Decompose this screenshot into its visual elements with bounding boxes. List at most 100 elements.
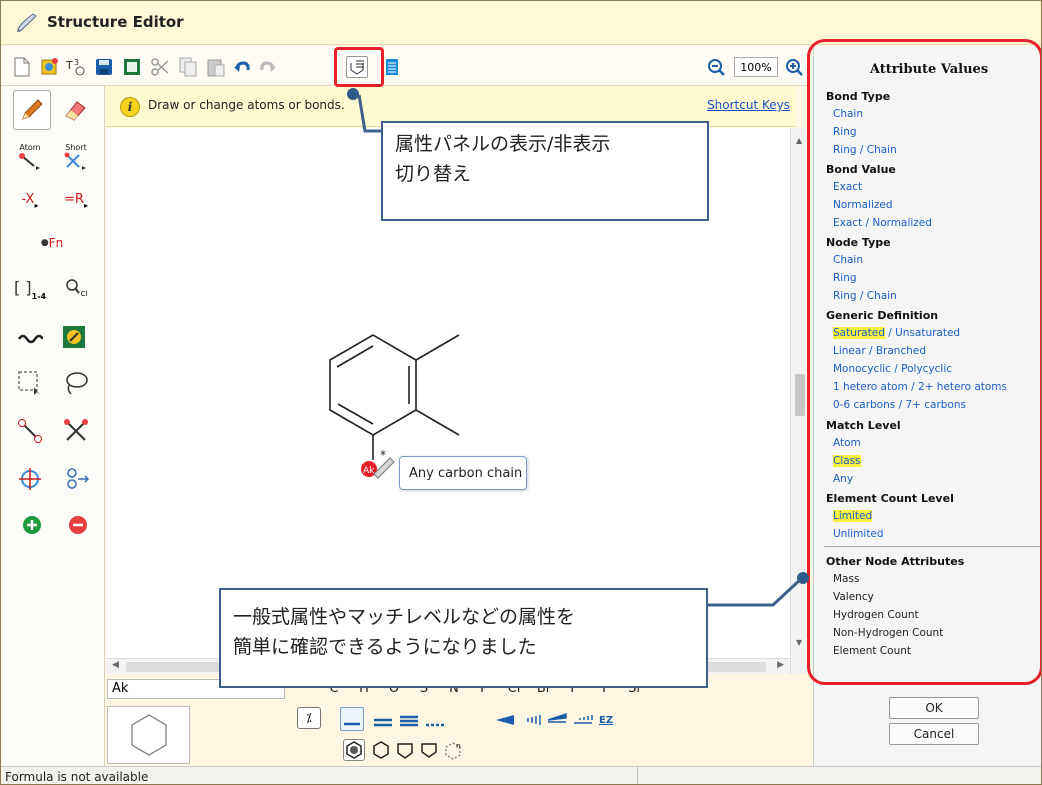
bond-tool-bar: ⁒ EZ n bbox=[297, 705, 657, 765]
rotate-tool[interactable] bbox=[13, 462, 47, 496]
substituent-r-tool[interactable]: =R ▸ bbox=[59, 182, 93, 216]
plus-circle-icon bbox=[23, 516, 41, 534]
template-icon[interactable] bbox=[39, 56, 61, 78]
save-icon[interactable] bbox=[93, 56, 115, 78]
new-icon[interactable] bbox=[11, 56, 33, 78]
vertical-scroll-thumb[interactable] bbox=[795, 374, 805, 416]
toggle-callout: 属性パネルの表示/非表示 切り替え bbox=[381, 121, 709, 221]
status-bar: Formula is not available bbox=[1, 766, 1041, 784]
atom-label: Ak bbox=[363, 466, 375, 476]
atom-tooltip: Any carbon chain bbox=[399, 456, 527, 490]
bullet-icon: ● bbox=[40, 238, 49, 248]
short-tool-label: Short bbox=[65, 142, 87, 152]
scroll-down-arrow-icon[interactable]: ▼ bbox=[796, 638, 802, 647]
window-title: Structure Editor bbox=[47, 13, 184, 31]
toggle-callout-line2: 切り替え bbox=[395, 163, 472, 185]
hexagon-ring-icon[interactable] bbox=[371, 740, 391, 760]
wavy-line-icon bbox=[17, 334, 43, 344]
minus-x-label: -X bbox=[21, 191, 35, 207]
draw-pencil-tool[interactable] bbox=[13, 90, 51, 130]
ring-template-tool[interactable] bbox=[57, 320, 91, 354]
scroll-left-arrow-icon[interactable]: ◀ bbox=[112, 660, 119, 670]
reaction-arrow-tool[interactable] bbox=[59, 462, 93, 496]
rectangle-select-tool[interactable] bbox=[13, 366, 47, 400]
zoom-in-structure-tool[interactable] bbox=[15, 508, 49, 542]
any-bond-icon[interactable] bbox=[424, 709, 446, 731]
scroll-up-arrow-icon[interactable]: ▲ bbox=[796, 136, 802, 145]
n-ring-icon[interactable]: n bbox=[443, 740, 465, 762]
pentagon-ring-icon[interactable] bbox=[395, 740, 415, 760]
repeat-bracket-tool[interactable]: [ ] 1-4 bbox=[13, 270, 47, 304]
wavy-bond-tool[interactable] bbox=[13, 322, 47, 356]
vertical-scrollbar[interactable]: ▲ ▼ bbox=[790, 128, 808, 674]
atom-map-icon bbox=[18, 419, 42, 443]
cut-icon[interactable] bbox=[149, 56, 171, 78]
toggle-callout-line1: 属性パネルの表示/非表示 bbox=[395, 133, 611, 155]
ok-button[interactable]: OK bbox=[889, 697, 979, 719]
rectangle-select-icon bbox=[18, 371, 40, 395]
aromatic-ring-button[interactable] bbox=[343, 739, 365, 761]
atom-tool[interactable]: Atom bbox=[13, 136, 47, 176]
hint-text: Draw or change atoms or bonds. bbox=[148, 98, 345, 112]
lasso-select-tool[interactable] bbox=[59, 366, 93, 400]
scissor-bond-icon bbox=[64, 419, 88, 441]
tool-palette: Atom Short -X ▸ =R ▸ ● Fn [ ] 1-4 Cl bbox=[1, 86, 105, 766]
eraser-tool[interactable] bbox=[59, 92, 93, 126]
double-hash-icon[interactable] bbox=[572, 709, 594, 731]
shortcut-group-tool[interactable]: Short bbox=[59, 136, 93, 176]
undo-icon[interactable] bbox=[231, 56, 253, 78]
panel-callout-line1: 一般式属性やマッチレベルなどの属性を bbox=[233, 606, 576, 628]
minus-circle-icon bbox=[69, 516, 87, 534]
info-icon: i bbox=[120, 97, 140, 117]
structure-editor-window: Structure Editor T3 100% Atom Short -X ▸… bbox=[0, 0, 1042, 785]
eraser-icon bbox=[65, 101, 86, 121]
formula-status: Formula is not available bbox=[5, 770, 149, 784]
wedge-bond-icon[interactable] bbox=[494, 709, 516, 731]
charge-toggle-button[interactable]: ⁒ bbox=[297, 707, 321, 729]
substituent-x-tool[interactable]: -X ▸ bbox=[13, 182, 47, 216]
shortcut-group-icon bbox=[64, 152, 86, 170]
pencil-icon bbox=[17, 13, 37, 32]
asterisk-mark: * bbox=[380, 448, 386, 462]
rotate-icon bbox=[19, 468, 41, 490]
single-bond-button[interactable] bbox=[340, 707, 364, 731]
fn-label: Fn bbox=[48, 236, 64, 250]
redo-icon[interactable] bbox=[257, 56, 279, 78]
status-divider bbox=[637, 767, 638, 784]
benzene-template-icon bbox=[131, 714, 167, 756]
double-bond-icon[interactable] bbox=[372, 709, 394, 731]
square-ring-icon[interactable] bbox=[419, 740, 439, 760]
cancel-button[interactable]: Cancel bbox=[889, 723, 979, 745]
query-sub-label: Cl bbox=[80, 290, 88, 298]
panel-callout-line2: 簡単に確認できるようになりました bbox=[233, 636, 537, 658]
zoom-in-icon[interactable] bbox=[783, 56, 805, 78]
atom-map-tool[interactable] bbox=[13, 414, 47, 448]
copy-icon[interactable] bbox=[177, 56, 199, 78]
zoom-out-icon[interactable] bbox=[705, 56, 727, 78]
query-atom-tool[interactable]: Cl bbox=[59, 270, 93, 304]
paste-icon[interactable] bbox=[205, 56, 227, 78]
ez-bond-button[interactable]: EZ bbox=[599, 708, 621, 730]
zoom-level-field[interactable]: 100% bbox=[734, 57, 778, 77]
text-icon[interactable]: T3 bbox=[65, 56, 87, 78]
template-preview[interactable] bbox=[107, 706, 190, 764]
toggle-highlight-box bbox=[334, 47, 384, 87]
ring-template-icon bbox=[63, 326, 85, 348]
panel-highlight-box bbox=[807, 39, 1041, 685]
double-wedge-icon[interactable] bbox=[546, 709, 568, 731]
bracket-sub-label: 1-4 bbox=[31, 291, 47, 301]
hash-bond-icon[interactable] bbox=[520, 709, 542, 731]
bond-cut-tool[interactable] bbox=[59, 414, 93, 448]
magnifier-icon bbox=[65, 279, 80, 294]
frame-icon[interactable] bbox=[121, 56, 143, 78]
shortcut-keys-link[interactable]: Shortcut Keys bbox=[707, 98, 790, 112]
single-bond-icon bbox=[344, 722, 360, 726]
zoom-out-structure-tool[interactable] bbox=[61, 508, 95, 542]
triple-bond-icon[interactable] bbox=[398, 709, 420, 731]
functional-group-tool[interactable]: ● Fn bbox=[35, 226, 69, 260]
ez-label: EZ bbox=[599, 715, 614, 726]
reaction-icon bbox=[67, 468, 90, 489]
list-icon[interactable] bbox=[381, 56, 403, 78]
bracket-icon: [ ] bbox=[13, 277, 32, 297]
scroll-right-arrow-icon[interactable]: ▶ bbox=[777, 660, 784, 670]
